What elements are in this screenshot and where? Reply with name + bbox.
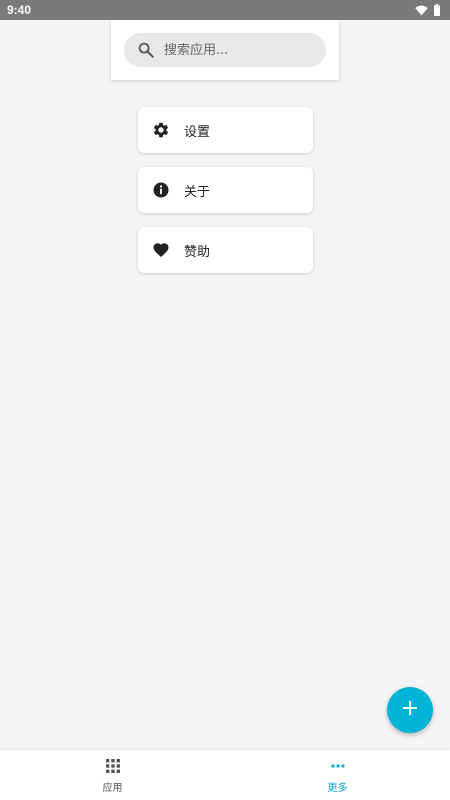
plus-icon (402, 700, 418, 720)
sponsor-menu-item[interactable]: 赞助 (138, 227, 313, 273)
nav-label-more: 更多 (327, 782, 348, 794)
status-time: 9:40 (7, 3, 32, 17)
search-input[interactable] (164, 42, 314, 58)
wifi-icon (415, 1, 428, 20)
menu-item-label: 赞助 (184, 244, 211, 260)
menu-list: 设置 关于 赞助 (138, 107, 313, 273)
nav-item-apps[interactable]: 应用 (0, 750, 225, 800)
gear-icon (152, 121, 170, 139)
menu-item-label: 设置 (184, 124, 211, 140)
info-icon (152, 181, 170, 199)
search-box[interactable] (124, 33, 326, 67)
grid-icon (105, 757, 120, 775)
battery-icon (433, 1, 441, 20)
menu-item-label: 关于 (184, 184, 211, 200)
screen: 9:40 设置 关于 (0, 0, 450, 800)
status-icons (415, 1, 441, 20)
nav-label-apps: 应用 (102, 782, 123, 794)
search-icon (137, 41, 155, 59)
search-panel (111, 20, 339, 80)
nav-item-more[interactable]: 更多 (225, 750, 450, 800)
heart-icon (152, 241, 170, 259)
bottom-nav: 应用 更多 (0, 750, 450, 800)
more-dots-icon (330, 757, 345, 775)
settings-menu-item[interactable]: 设置 (138, 107, 313, 153)
status-bar: 9:40 (0, 0, 450, 20)
about-menu-item[interactable]: 关于 (138, 167, 313, 213)
add-fab-button[interactable] (387, 687, 433, 733)
